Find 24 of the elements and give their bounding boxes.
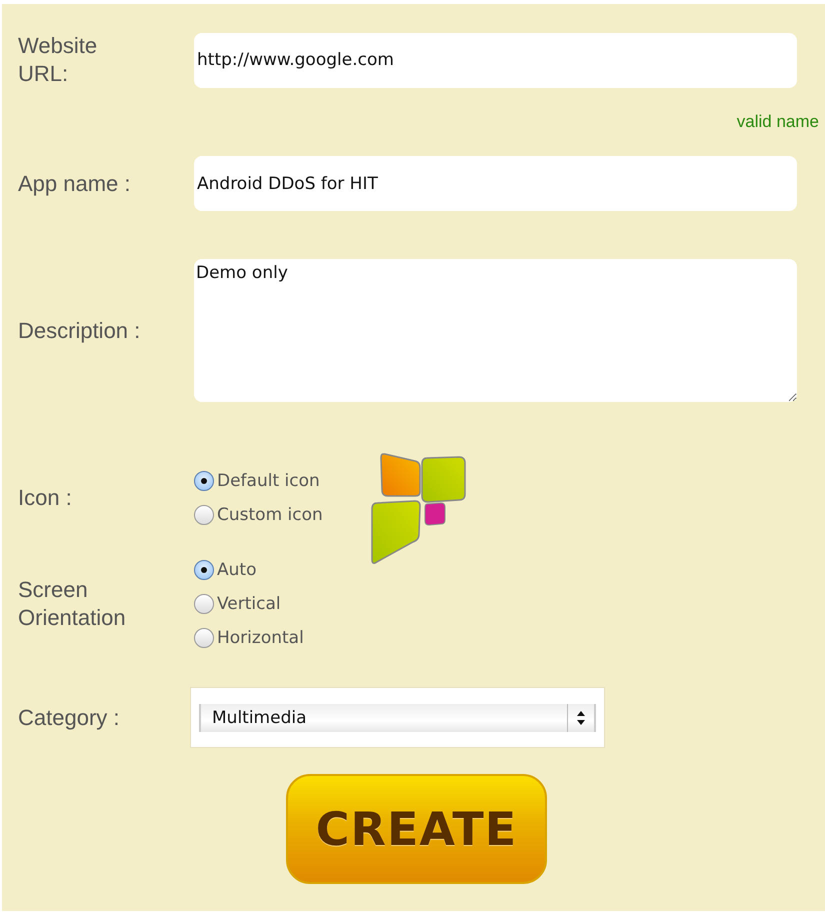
radio-button[interactable]: [194, 594, 214, 614]
field-label: Icon :: [18, 484, 73, 512]
app-name-field[interactable]: Android DDoS for HIT: [194, 156, 797, 211]
field-label: Website URL:: [18, 32, 98, 88]
create-button[interactable]: CREATE: [286, 774, 547, 884]
tiles-icon: [370, 452, 467, 566]
up-down-arrows-icon: [577, 710, 585, 724]
radio-button[interactable]: [194, 628, 214, 648]
field-label: App name :: [18, 170, 132, 198]
description-field[interactable]: Demo only: [194, 259, 797, 402]
radio-option[interactable]: Auto: [194, 560, 304, 580]
radio-button[interactable]: [194, 471, 214, 491]
field-label: Category :: [18, 704, 120, 732]
url-field[interactable]: http://www.google.com: [194, 32, 797, 88]
field-label: Screen Orientation: [18, 576, 127, 632]
radio-button[interactable]: [194, 505, 214, 525]
radio-option[interactable]: Horizontal: [194, 628, 304, 648]
radio-option[interactable]: Custom icon: [194, 505, 323, 525]
radio-button[interactable]: [194, 560, 214, 580]
category-select[interactable]: Multimedia: [199, 704, 596, 732]
validation-message: valid name: [736, 112, 819, 132]
radio-option[interactable]: Default icon: [194, 471, 323, 491]
field-label: Description :: [18, 316, 142, 344]
radio-option[interactable]: Vertical: [194, 594, 304, 614]
